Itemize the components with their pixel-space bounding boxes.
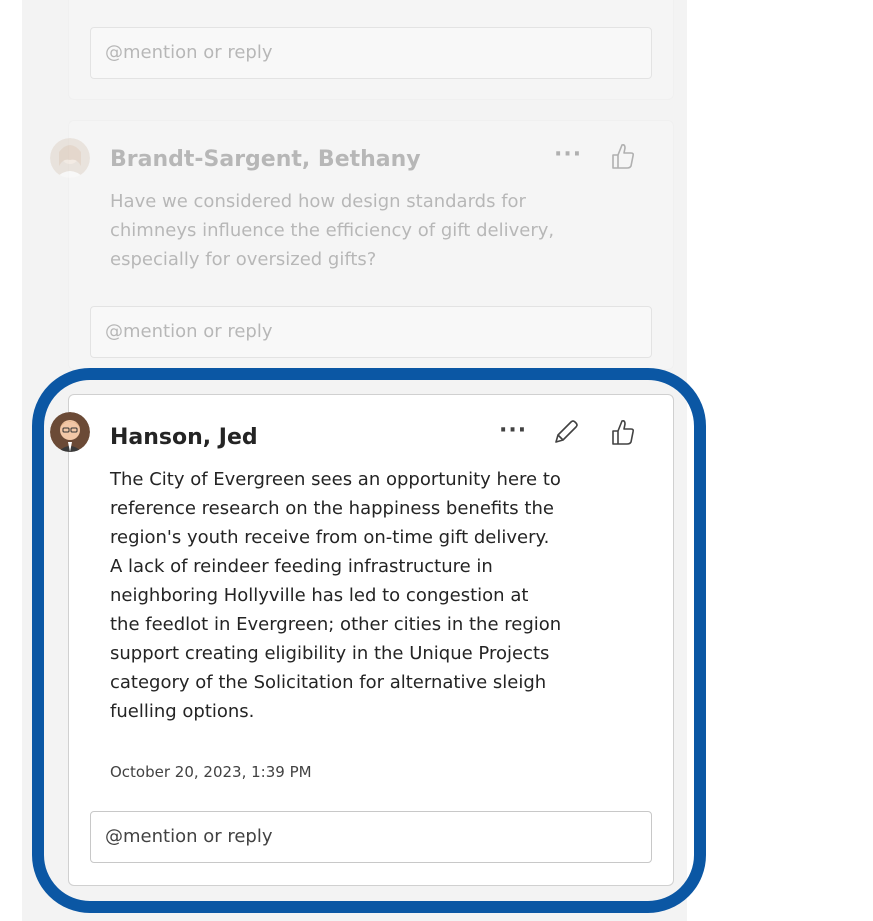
comment-line: reference research on the happiness bene…: [110, 498, 554, 519]
comment-timestamp: October 20, 2023, 1:39 PM: [110, 763, 312, 781]
reply-input-previous[interactable]: @mention or reply: [90, 27, 652, 79]
comment-line: A lack of reindeer feeding infrastructur…: [110, 556, 493, 577]
more-options-icon[interactable]: ···: [554, 142, 582, 167]
comments-pane: @mention or reply Brandt-Sargent, Bethan…: [22, 0, 687, 921]
thumbs-up-icon[interactable]: [610, 142, 636, 170]
comment-line: The City of Evergreen sees an opportunit…: [110, 469, 561, 490]
reply-input-jed[interactable]: @mention or reply: [90, 811, 652, 863]
author-name: Hanson, Jed: [110, 425, 258, 450]
avatar-bethany: [50, 138, 90, 178]
pencil-icon[interactable]: [552, 418, 580, 446]
author-name: Brandt-Sargent, Bethany: [110, 147, 421, 172]
comment-line: the feedlot in Evergreen; other cities i…: [110, 614, 562, 635]
comment-line: chimneys influence the efficiency of gif…: [110, 220, 555, 241]
more-options-icon[interactable]: ···: [499, 418, 527, 443]
comment-line: support creating eligibility in the Uniq…: [110, 643, 550, 664]
comment-body: The City of Evergreen sees an opportunit…: [110, 465, 561, 726]
comment-line: especially for oversized gifts?: [110, 249, 377, 270]
comment-line: neighboring Hollyville has led to conges…: [110, 585, 529, 606]
comment-body: Have we considered how design standards …: [110, 187, 554, 274]
reply-placeholder: @mention or reply: [105, 826, 273, 847]
comment-line: category of the Solicitation for alterna…: [110, 672, 547, 693]
avatar-jed: [50, 412, 90, 452]
thumbs-up-icon[interactable]: [610, 418, 636, 446]
reply-placeholder: @mention or reply: [105, 321, 273, 342]
reply-placeholder: @mention or reply: [105, 42, 273, 63]
reply-input-bethany[interactable]: @mention or reply: [90, 306, 652, 358]
comment-line: Have we considered how design standards …: [110, 191, 526, 212]
comment-line: fuelling options.: [110, 701, 255, 722]
comment-line: region's youth receive from on-time gift…: [110, 527, 550, 548]
